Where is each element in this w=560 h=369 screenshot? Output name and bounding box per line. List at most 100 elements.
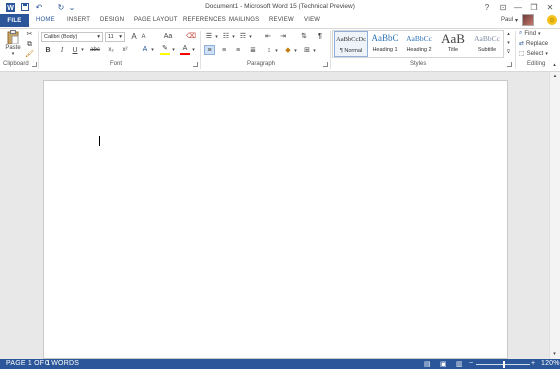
show-formatting-marks-button[interactable]: ¶ xyxy=(315,32,325,41)
multilevel-list-icon[interactable]: ☶ xyxy=(238,32,248,41)
style-name: Heading 1 xyxy=(372,47,398,53)
feedback-smiley-icon[interactable]: ☺ xyxy=(547,15,557,25)
zoom-in-icon[interactable]: + xyxy=(531,360,535,367)
align-center-button[interactable]: ≡ xyxy=(219,46,229,55)
underline-dropdown-icon[interactable]: ▾ xyxy=(80,46,85,55)
bold-button[interactable]: B xyxy=(44,46,52,55)
text-effects-icon[interactable]: A xyxy=(140,45,150,54)
shading-icon[interactable]: ◆ xyxy=(283,46,293,55)
shrink-font-icon[interactable]: A xyxy=(139,33,148,42)
close-icon[interactable]: ✕ xyxy=(543,1,557,13)
tab-mailings[interactable]: MAILINGS xyxy=(229,17,259,23)
font-size-combo[interactable]: 11 ▾ xyxy=(105,32,125,42)
bullets-dropdown-icon[interactable]: ▾ xyxy=(214,33,219,42)
restore-icon[interactable]: ❐ xyxy=(527,1,541,13)
clipboard-launcher-icon[interactable] xyxy=(32,62,37,67)
style-title[interactable]: AaB Title xyxy=(436,31,470,57)
word-count-status[interactable]: 0 WORDS xyxy=(45,360,79,367)
grow-font-icon[interactable]: A xyxy=(129,32,139,41)
cut-icon[interactable]: ✂ xyxy=(25,30,34,39)
font-color-button[interactable]: A xyxy=(180,45,190,55)
borders-icon[interactable]: ⊞ xyxy=(302,46,312,55)
style-normal[interactable]: AaBbCcDc ¶ Normal xyxy=(334,31,368,57)
replace-button[interactable]: ⇄ Replace xyxy=(519,40,548,48)
styles-scroll-down-icon[interactable]: ▾ xyxy=(505,39,512,48)
clipboard-group-label: Clipboard xyxy=(3,61,29,67)
font-launcher-icon[interactable] xyxy=(193,62,198,67)
find-button[interactable]: ⌕ Find ▾ xyxy=(519,30,541,37)
style-name: Heading 2 xyxy=(406,47,432,53)
collapse-ribbon-icon[interactable]: ▴ xyxy=(551,61,558,70)
font-color-dropdown-icon[interactable]: ▾ xyxy=(191,46,196,55)
vertical-scrollbar[interactable]: ▴ xyxy=(549,72,560,359)
tab-page-layout[interactable]: PAGE LAYOUT xyxy=(134,17,178,23)
web-layout-icon[interactable]: ▥ xyxy=(456,360,463,368)
style-preview: AaBbCcDc xyxy=(336,36,366,43)
tab-references[interactable]: REFERENCES xyxy=(183,17,226,23)
page-count-status[interactable]: PAGE 1 OF 1 xyxy=(6,360,50,367)
bullets-icon[interactable]: ☰ xyxy=(204,32,214,41)
numbering-dropdown-icon[interactable]: ▾ xyxy=(231,33,236,42)
avatar[interactable] xyxy=(522,14,534,26)
styles-scroll-up-icon[interactable]: ▴ xyxy=(505,30,512,39)
multilevel-list-dropdown-icon[interactable]: ▾ xyxy=(248,33,253,42)
scroll-down-icon[interactable]: ▾ xyxy=(549,350,560,359)
shading-dropdown-icon[interactable]: ▾ xyxy=(293,47,298,56)
group-divider xyxy=(38,31,39,69)
select-icon: ⬚ xyxy=(519,51,525,57)
decrease-indent-icon[interactable]: ⇤ xyxy=(263,32,273,41)
read-mode-icon[interactable]: ▤ xyxy=(424,360,431,368)
ribbon-display-options-icon[interactable]: ⊡ xyxy=(496,1,510,13)
scroll-up-icon[interactable]: ▴ xyxy=(550,72,560,80)
minimize-icon[interactable]: — xyxy=(511,1,525,13)
select-button[interactable]: ⬚ Select ▾ xyxy=(519,50,548,58)
justify-button[interactable]: ≣ xyxy=(248,46,258,55)
superscript-button[interactable]: x² xyxy=(120,46,130,55)
paragraph-launcher-icon[interactable] xyxy=(323,62,328,67)
style-name: Title xyxy=(447,47,459,53)
zoom-slider-thumb[interactable] xyxy=(503,361,505,368)
copy-icon[interactable]: ⧉ xyxy=(25,40,34,49)
tab-home[interactable]: HOME xyxy=(36,17,55,23)
tab-design[interactable]: DESIGN xyxy=(100,17,124,23)
tab-view[interactable]: VIEW xyxy=(304,17,320,23)
highlight-color-button[interactable]: ✎ xyxy=(160,45,170,55)
styles-launcher-icon[interactable] xyxy=(507,62,512,67)
tab-file[interactable]: FILE xyxy=(0,14,29,27)
change-case-icon[interactable]: Aa xyxy=(161,32,175,41)
sort-icon[interactable]: ⇅ xyxy=(299,32,309,41)
zoom-out-icon[interactable]: − xyxy=(469,360,473,367)
subscript-button[interactable]: x₂ xyxy=(106,46,116,55)
line-spacing-icon[interactable]: ↕ xyxy=(264,46,274,55)
user-menu-caret-icon[interactable]: ▾ xyxy=(515,17,518,24)
clear-formatting-icon[interactable]: ⌫ xyxy=(186,32,196,41)
borders-dropdown-icon[interactable]: ▾ xyxy=(312,47,317,56)
tab-insert[interactable]: INSERT xyxy=(67,17,90,23)
strikethrough-button[interactable]: abc xyxy=(89,46,101,55)
style-preview: AaB xyxy=(441,31,465,46)
styles-more-icon[interactable]: ⊽ xyxy=(505,48,512,57)
style-heading-1[interactable]: AaBbC Heading 1 xyxy=(368,31,402,57)
format-painter-icon[interactable]: 🖌 xyxy=(25,50,34,59)
document-page[interactable] xyxy=(43,80,508,359)
underline-button[interactable]: U xyxy=(71,46,79,55)
text-effects-dropdown-icon[interactable]: ▾ xyxy=(150,46,155,55)
style-heading-2[interactable]: AaBbCc Heading 2 xyxy=(402,31,436,57)
align-left-button[interactable]: ≡ xyxy=(204,45,215,55)
style-subtitle[interactable]: AaBbCc Subtitle xyxy=(470,31,504,57)
align-right-button[interactable]: ≡ xyxy=(233,46,243,55)
help-icon[interactable]: ? xyxy=(480,1,494,13)
user-name[interactable]: Paul xyxy=(501,17,513,23)
line-spacing-dropdown-icon[interactable]: ▾ xyxy=(274,47,279,56)
zoom-level[interactable]: 120% xyxy=(541,360,560,367)
tab-review[interactable]: REVIEW xyxy=(269,17,294,23)
increase-indent-icon[interactable]: ⇥ xyxy=(278,32,288,41)
paste-dropdown-icon: ▾ xyxy=(11,51,15,57)
group-divider xyxy=(200,31,201,69)
italic-button[interactable]: I xyxy=(58,46,66,55)
paste-button[interactable]: Paste ▾ xyxy=(5,30,21,58)
numbering-icon[interactable]: ☷ xyxy=(221,32,231,41)
print-layout-icon[interactable]: ▣ xyxy=(440,360,447,368)
font-name-combo[interactable]: Calibri (Body) ▾ xyxy=(41,32,103,42)
highlight-dropdown-icon[interactable]: ▾ xyxy=(171,46,176,55)
